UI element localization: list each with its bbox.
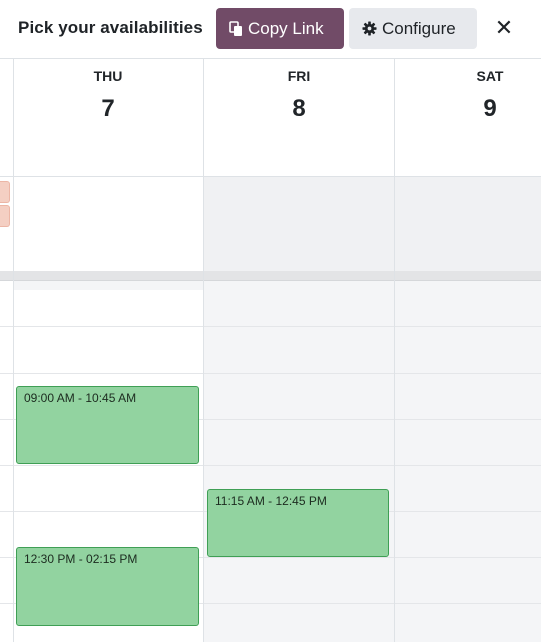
grid-line: [0, 465, 541, 466]
allday-cell-fri[interactable]: [204, 176, 395, 271]
configure-label: Configure: [382, 18, 456, 38]
day-header-sat[interactable]: SAT 9: [395, 59, 541, 176]
close-icon[interactable]: ✕: [493, 16, 515, 40]
grid-shade-thu-top: [13, 281, 204, 290]
day-header-thu[interactable]: THU 7: [13, 59, 203, 176]
dialog-title: Pick your availabilities: [18, 18, 203, 37]
day-number: 7: [101, 95, 115, 122]
grid-line: [0, 373, 541, 374]
allday-separator: [0, 271, 541, 281]
copy-link-button[interactable]: Copy Link: [216, 8, 344, 49]
day-header-fri[interactable]: FRI 8: [204, 59, 394, 176]
column-divider: [203, 59, 204, 642]
allday-cell-thu[interactable]: [13, 176, 204, 271]
column-divider: [394, 59, 395, 642]
time-grid: 09:00 AM - 10:45 AM 12:30 PM - 02:15 PM …: [0, 281, 541, 642]
day-name: THU: [93, 68, 123, 84]
availability-slot[interactable]: 12:30 PM - 02:15 PM: [16, 547, 199, 626]
allday-cell-prev: [0, 176, 13, 271]
grid-line: [0, 326, 541, 327]
column-divider: [13, 59, 14, 642]
gear-icon: [362, 21, 377, 36]
grid-shade-sat: [395, 281, 541, 642]
allday-cell-sat[interactable]: [395, 176, 541, 271]
availability-slot[interactable]: 09:00 AM - 10:45 AM: [16, 386, 199, 464]
day-number: 8: [292, 95, 306, 122]
day-name: FRI: [287, 68, 311, 84]
grid-shade-fri: [204, 281, 395, 642]
partial-event[interactable]: [0, 181, 10, 203]
configure-button[interactable]: Configure: [349, 8, 477, 49]
partial-event[interactable]: [0, 205, 10, 227]
availability-slot[interactable]: 11:15 AM - 12:45 PM: [207, 489, 389, 557]
calendar-week-view: THU 7 FRI 8 SAT 9 09:00 AM - 10:45 AM 12…: [0, 58, 541, 642]
copy-icon: [229, 20, 243, 37]
day-name: SAT: [476, 68, 504, 84]
dialog-header: Pick your availabilities Copy Link Confi…: [0, 0, 541, 58]
day-number: 9: [483, 95, 497, 122]
copy-link-label: Copy Link: [248, 18, 324, 38]
